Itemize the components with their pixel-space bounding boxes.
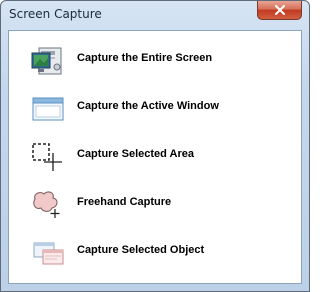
option-label: Capture the Active Window <box>77 100 219 112</box>
title-bar[interactable]: Screen Capture <box>1 1 309 29</box>
freehand-capture-icon <box>31 189 65 219</box>
entire-screen-icon <box>31 45 65 75</box>
option-label: Capture Selected Object <box>77 244 205 256</box>
freehand-capture-option[interactable]: Freehand Capture <box>27 183 287 223</box>
option-label: Capture the Entire Screen <box>77 52 213 64</box>
capture-active-window-option[interactable]: Capture the Active Window <box>27 87 287 127</box>
capture-selected-object-option[interactable]: Capture Selected Object <box>27 231 287 271</box>
capture-entire-screen-option[interactable]: Capture the Entire Screen <box>27 39 287 79</box>
capture-options-panel: Capture the Entire Screen Capture the Ac… <box>8 30 302 284</box>
close-icon <box>274 5 286 15</box>
screen-capture-window: Screen Capture Capture the Entire Screen… <box>0 0 310 292</box>
active-window-icon <box>31 93 65 123</box>
option-label: Freehand Capture <box>77 196 172 208</box>
capture-selected-area-option[interactable]: Capture Selected Area <box>27 135 287 175</box>
selected-area-icon <box>31 141 65 171</box>
option-label: Capture Selected Area <box>77 148 194 160</box>
window-title: Screen Capture <box>9 7 102 21</box>
close-button[interactable] <box>257 1 302 20</box>
selected-object-icon <box>31 237 65 267</box>
